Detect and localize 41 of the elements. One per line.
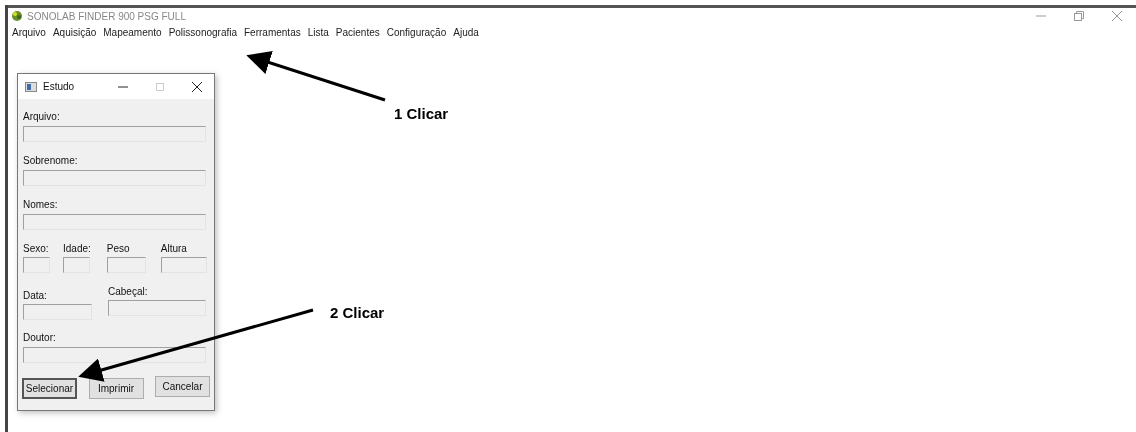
- field-label: Sexo:: [23, 243, 50, 255]
- text-field[interactable]: [23, 304, 92, 320]
- close-icon[interactable]: [192, 81, 202, 92]
- menu-item[interactable]: Aquisição: [52, 24, 97, 40]
- field-label: Altura: [160, 243, 188, 255]
- annotation-label: 2 Clicar: [330, 303, 385, 323]
- dialog-button[interactable]: Imprimir: [88, 378, 144, 399]
- field-label: Arquivo:: [23, 111, 61, 123]
- menu-item[interactable]: Mapeamento: [103, 24, 162, 40]
- maximize-icon: [156, 82, 164, 91]
- field-label: Doutor:: [23, 332, 57, 344]
- menu-item[interactable]: Ajuda: [453, 24, 479, 40]
- field-label: Nomes:: [23, 199, 59, 211]
- dialog-button[interactable]: Selecionar: [22, 378, 77, 399]
- menu-item[interactable]: Polissonografia: [168, 24, 237, 40]
- restore-icon[interactable]: [1074, 11, 1084, 21]
- menu-item[interactable]: Arquivo: [12, 24, 46, 40]
- field-label: Cabeçal:: [108, 286, 149, 298]
- menu-item[interactable]: Ferramentas: [244, 24, 301, 40]
- text-field[interactable]: [23, 257, 50, 273]
- menu-item[interactable]: Configuração: [386, 24, 447, 40]
- text-field[interactable]: [63, 257, 90, 273]
- dialog-title: Estudo: [43, 80, 75, 94]
- field-label: Sobrenome:: [23, 155, 79, 167]
- text-field[interactable]: [23, 214, 206, 230]
- app-logo-icon: [11, 10, 23, 22]
- field-label: Peso: [106, 243, 131, 255]
- window-title: SONOLAB FINDER 900 PSG FULL: [27, 9, 186, 24]
- text-field[interactable]: [23, 170, 206, 186]
- text-field[interactable]: [23, 347, 206, 363]
- dialog-button[interactable]: Cancelar: [155, 376, 210, 397]
- text-field[interactable]: [106, 257, 146, 273]
- field-label: Data:: [23, 290, 48, 302]
- menu-item[interactable]: Lista: [307, 24, 329, 40]
- text-field[interactable]: [108, 300, 206, 316]
- text-field[interactable]: [23, 126, 206, 142]
- menu-item[interactable]: Pacientes: [335, 24, 380, 40]
- text-field[interactable]: [160, 257, 207, 273]
- field-label: Idade:: [63, 243, 91, 255]
- annotation-label: 1 Clicar: [394, 104, 449, 124]
- window-icon: [25, 81, 37, 92]
